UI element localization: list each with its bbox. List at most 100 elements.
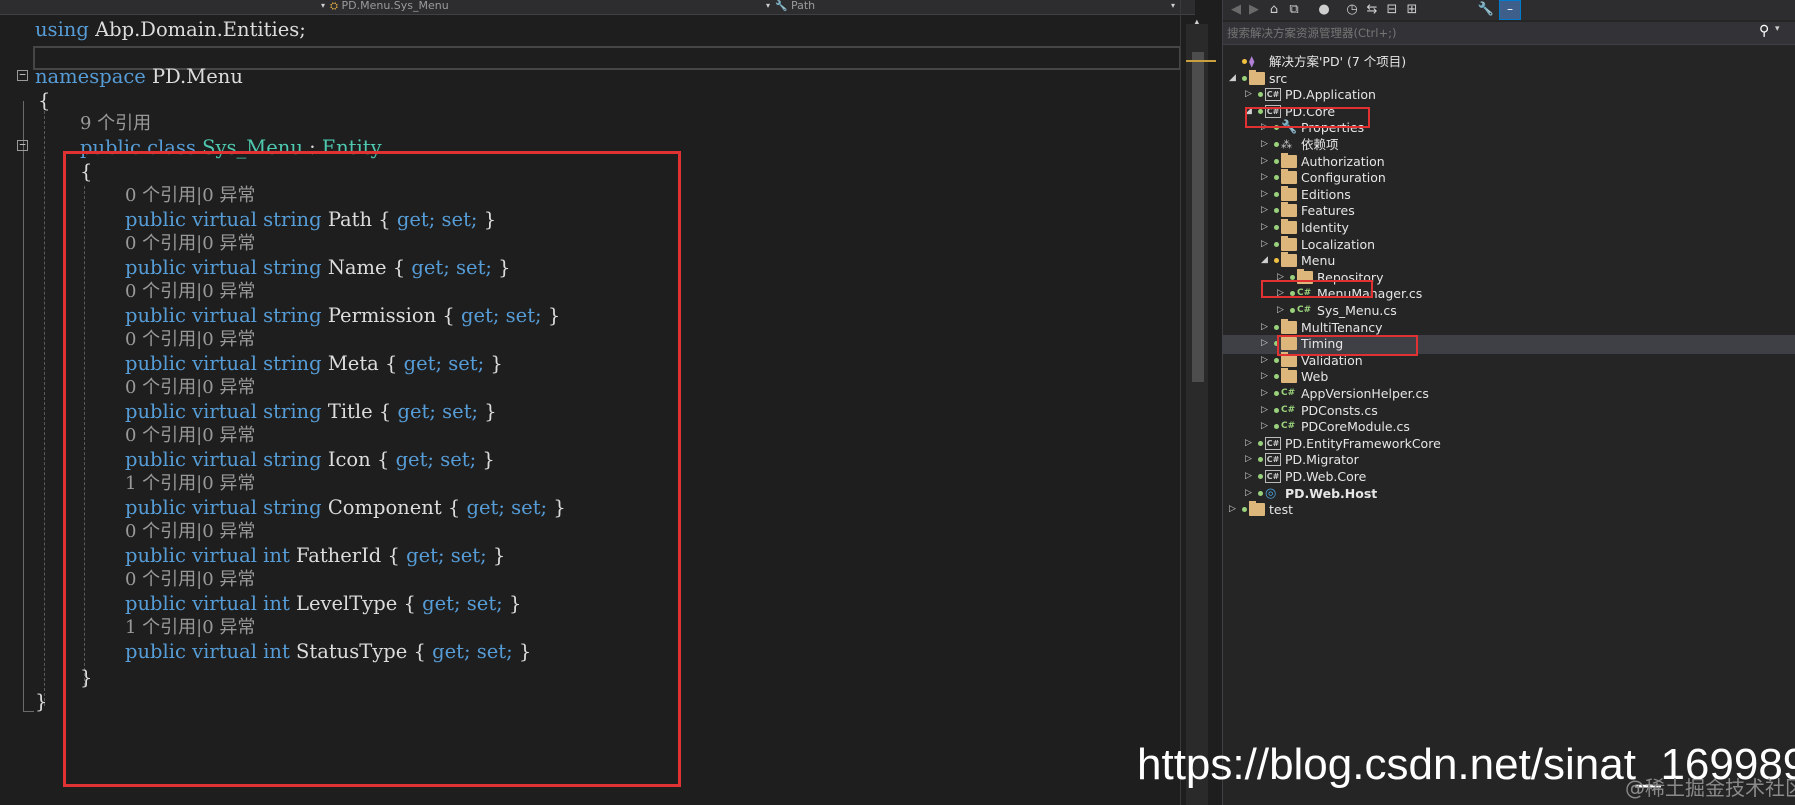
folder-icon: [1281, 152, 1297, 168]
home-icon[interactable]: ⌂: [1265, 0, 1283, 20]
pending-changes-icon[interactable]: ●: [1315, 0, 1333, 20]
sync-icon[interactable]: ⇆: [1363, 0, 1381, 20]
folder-icon: [1281, 185, 1297, 201]
forward-icon[interactable]: ▶: [1245, 0, 1263, 20]
highlight-menu-folder: [1261, 280, 1373, 298]
history-icon[interactable]: ◷: [1343, 0, 1361, 20]
csharp-project-icon: C#: [1265, 470, 1281, 483]
status-dot-icon: [1274, 158, 1279, 164]
status-dot-icon: [1274, 324, 1279, 330]
csharp-file-icon: C#: [1297, 305, 1312, 315]
code-line-brace: {: [38, 89, 51, 112]
vertical-scrollbar[interactable]: [1186, 24, 1208, 805]
solution-search[interactable]: ⚲ ▾: [1223, 22, 1795, 45]
status-dot-icon: [1274, 208, 1279, 214]
folder-icon: [1249, 69, 1265, 85]
folder-icon: [1281, 235, 1297, 251]
csharp-file-icon: C#: [1281, 421, 1296, 432]
folder-icon: [1281, 368, 1297, 384]
csharp-project-icon: C#: [1265, 453, 1281, 467]
wrench-icon: 🔧: [775, 1, 788, 12]
project-dropdown[interactable]: ▾: [0, 0, 325, 14]
status-dot-icon: [1258, 490, 1263, 496]
search-icon[interactable]: ⚲: [1759, 23, 1769, 39]
status-dot-icon: [1274, 424, 1279, 430]
class-dropdown-label: PD.Menu.Sys_Menu: [341, 0, 449, 12]
expander-icon[interactable]: ▷: [1261, 417, 1271, 436]
indent-guide: [44, 111, 45, 706]
expander-icon[interactable]: ◢: [1261, 251, 1271, 270]
status-dot-icon: [1274, 391, 1279, 396]
status-dot-icon: [1258, 474, 1263, 479]
collapse-icon[interactable]: −: [17, 139, 28, 151]
chevron-down-icon: ▾: [765, 1, 770, 10]
status-dot-icon: [1242, 507, 1247, 513]
expander-icon[interactable]: ▷: [1229, 500, 1239, 519]
chevron-down-icon: ▾: [1170, 1, 1175, 10]
collapse-icon[interactable]: −: [17, 69, 28, 81]
csharp-project-icon: C#: [1265, 436, 1281, 450]
status-dot-icon: [1274, 191, 1279, 197]
code-line-using: using Abp.Domain.Entities;: [35, 18, 306, 41]
fold-line: [23, 101, 24, 711]
show-all-files-icon[interactable]: ⊞: [1403, 0, 1421, 20]
solution-toolbar: ◀ ▶ ⌂ ⧉ ● ◷ ⇆ ⊟ ⊞ 🔧 –: [1223, 0, 1795, 20]
folder-open-icon: [1281, 252, 1297, 268]
preview-selected-icon[interactable]: –: [1499, 0, 1521, 20]
status-dot-icon: [1274, 357, 1279, 363]
class-highlight-box: [63, 151, 681, 787]
fold-line-end: [23, 711, 34, 712]
status-dot-icon: [1274, 175, 1279, 181]
scrollbar-thumb[interactable]: [1192, 52, 1204, 382]
editor-divider: [1180, 0, 1181, 805]
tree-item-label: 解决方案'PD' (7 个项目): [1269, 54, 1407, 69]
code-line-brace: }: [35, 690, 48, 713]
chevron-down-icon[interactable]: ▾: [1775, 24, 1780, 34]
back-icon[interactable]: ◀: [1227, 0, 1245, 20]
member-dropdown-label: Path: [790, 0, 816, 12]
status-dot-icon: [1274, 241, 1279, 247]
highlight-sys-menu: [1277, 335, 1418, 356]
folder-icon: [1281, 219, 1297, 234]
status-dot-icon: [1274, 258, 1279, 264]
status-dot-icon: [1274, 374, 1279, 380]
solution-explorer: ◀ ▶ ⌂ ⧉ ● ◷ ⇆ ⊟ ⊞ 🔧 – ⚲ ▾ ⧫ 解决方案'PD' (7 个…: [1222, 0, 1795, 805]
switch-view-icon[interactable]: ⧉: [1285, 0, 1303, 20]
properties-wrench-icon[interactable]: 🔧: [1477, 0, 1495, 20]
expander-icon[interactable]: ▷: [1245, 484, 1255, 503]
status-dot-icon: [1274, 142, 1279, 147]
code-line-namespace: namespace PD.Menu: [35, 65, 243, 88]
class-icon: ⛭: [330, 1, 338, 12]
class-dropdown[interactable]: ⛭ PD.Menu.Sys_Menu ▾: [330, 0, 770, 14]
navigation-bar: ▾ ⛭ PD.Menu.Sys_Menu ▾ 🔧 Path ▾: [0, 0, 1195, 15]
csharp-project-icon: C#: [1265, 88, 1281, 102]
folder-icon: [1249, 501, 1265, 517]
status-dot-icon: [1274, 407, 1279, 413]
status-dot-icon: [1258, 440, 1263, 446]
solution-icon: ⧫: [1249, 55, 1255, 68]
expander-icon[interactable]: ▷: [1277, 301, 1287, 320]
code-lens-class[interactable]: 9 个引用: [80, 110, 151, 137]
status-dot-icon: [1242, 59, 1247, 64]
folder-icon: [1281, 318, 1297, 334]
web-project-icon: ◎: [1265, 485, 1277, 501]
status-dot-icon: [1258, 457, 1263, 463]
search-input[interactable]: [1227, 24, 1747, 42]
folder-icon: [1281, 169, 1297, 185]
highlight-pd-core: [1245, 107, 1370, 128]
status-dot-icon: [1258, 92, 1263, 98]
member-dropdown[interactable]: 🔧 Path ▾: [775, 0, 1175, 14]
code-editor[interactable]: ▾ ⛭ PD.Menu.Sys_Menu ▾ 🔧 Path ▾ using Ab…: [0, 0, 1216, 805]
tree-item-label: test: [1269, 502, 1294, 518]
scrollbar-marker: [1186, 60, 1216, 62]
csharp-file-icon: C#: [1281, 404, 1296, 415]
status-dot-icon: [1242, 75, 1247, 81]
status-dot-icon: [1290, 308, 1295, 313]
expander-icon[interactable]: ◢: [1229, 69, 1239, 88]
csharp-file-icon: C#: [1281, 388, 1296, 398]
watermark-community: @稀土掘金技术社区: [1625, 776, 1795, 800]
chevron-down-icon: ▾: [320, 1, 325, 10]
status-dot-icon: [1274, 225, 1279, 230]
folder-icon: [1281, 202, 1297, 218]
collapse-all-icon[interactable]: ⊟: [1383, 0, 1401, 20]
